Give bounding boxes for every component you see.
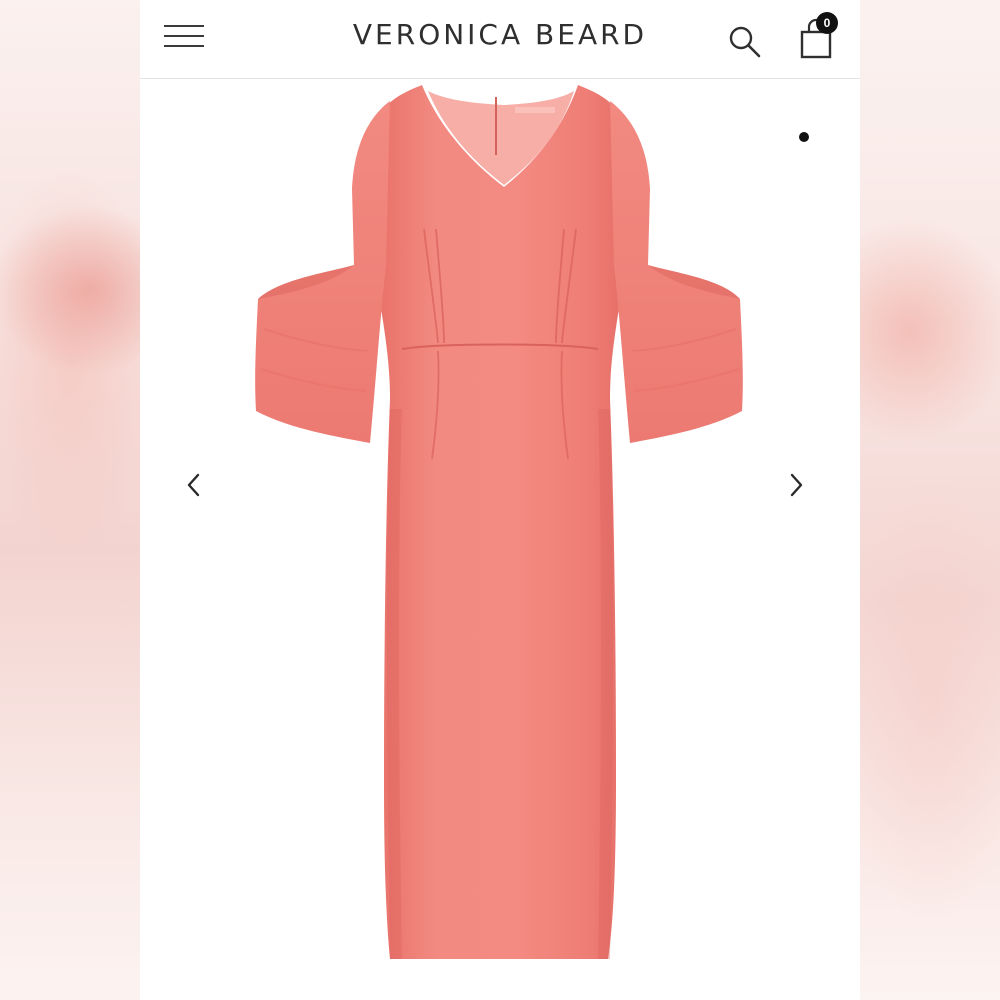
blurred-background-left — [0, 0, 140, 1000]
mobile-page: VERONICA BEARD 0 — [140, 0, 860, 1000]
menu-button[interactable] — [162, 22, 206, 50]
chevron-right-icon — [790, 473, 803, 497]
search-icon — [729, 26, 761, 58]
search-button[interactable] — [726, 22, 764, 60]
product-image — [255, 85, 743, 959]
hamburger-menu-icon-bar — [164, 35, 204, 37]
brand-logo-link[interactable]: VERONICA BEARD — [353, 18, 647, 51]
shopping-bag-button[interactable]: 0 — [796, 12, 846, 62]
cart-count-badge: 0 — [816, 12, 838, 34]
dress-body — [372, 85, 628, 959]
hamburger-menu-icon-bar — [164, 45, 204, 47]
carousel-indicator-dot[interactable] — [799, 132, 809, 142]
screenshot-frame: VERONICA BEARD 0 — [0, 0, 1000, 1000]
hamburger-menu-icon — [164, 25, 204, 27]
site-header: VERONICA BEARD 0 — [140, 0, 860, 79]
previous-image-button[interactable] — [176, 467, 212, 503]
chevron-left-icon — [187, 473, 200, 497]
dress-left-sleeve — [255, 101, 390, 443]
blurred-background-right — [860, 0, 1000, 1000]
product-image-carousel[interactable] — [140, 79, 860, 1000]
next-image-button[interactable] — [778, 467, 814, 503]
